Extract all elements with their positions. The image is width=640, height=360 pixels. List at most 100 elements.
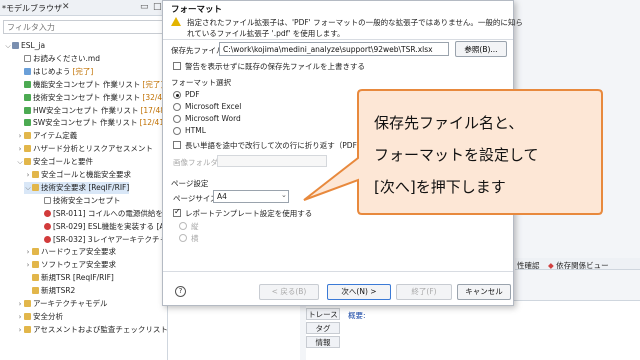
tab-dependency-view[interactable]: ◆ 依存関係ビュー bbox=[548, 260, 609, 271]
expand-toggle-icon[interactable]: ⌵ bbox=[24, 182, 32, 194]
callout-text-line1: 保存先ファイル名と、 bbox=[374, 114, 524, 132]
green-icon bbox=[24, 80, 31, 88]
tree-item[interactable]: ⌵ ESL_ja bbox=[4, 40, 45, 52]
expand-toggle-icon[interactable]: › bbox=[24, 169, 32, 181]
expand-toggle-icon[interactable]: › bbox=[16, 143, 24, 155]
maximize-icon[interactable]: □ bbox=[153, 2, 162, 12]
dialog-title: フォーマット bbox=[171, 5, 223, 15]
minimize-icon[interactable]: ▭ bbox=[140, 2, 149, 12]
editor-bottom-panel bbox=[306, 300, 640, 360]
folder-icon bbox=[32, 171, 39, 178]
cancel-button[interactable]: キャンセル bbox=[457, 284, 511, 300]
target-file-input[interactable] bbox=[219, 42, 449, 56]
tree-item[interactable]: SW安全コンセプト 作業リスト [12/41] bbox=[16, 117, 167, 129]
expand-toggle-icon[interactable]: › bbox=[16, 298, 24, 310]
back-button[interactable]: < 戻る(B) bbox=[259, 284, 319, 300]
filter-input[interactable] bbox=[3, 20, 165, 34]
expand-toggle-icon[interactable]: › bbox=[16, 130, 24, 142]
format-radio-excel[interactable] bbox=[173, 103, 181, 111]
spec-icon bbox=[24, 67, 31, 75]
format-radio-word[interactable] bbox=[173, 115, 181, 123]
folder-icon bbox=[24, 158, 31, 166]
tree-item[interactable]: › 安全ゴールと機能安全要求 bbox=[24, 169, 131, 181]
wrap-words-checkbox[interactable] bbox=[173, 141, 181, 149]
side-tab-info[interactable]: 情報 bbox=[306, 336, 340, 348]
next-button[interactable]: 次へ(N) > bbox=[327, 284, 391, 300]
page-size-select[interactable]: A4 bbox=[213, 190, 289, 203]
tree-item[interactable]: 技術安全コンセプト bbox=[36, 195, 121, 207]
callout-text-line2: フォーマットを設定して bbox=[374, 146, 539, 164]
tree-item[interactable]: › アイテム定義 bbox=[16, 130, 78, 142]
warning-message-line2: れているファイル拡張子 '.pdf' を使用します。 bbox=[187, 29, 345, 38]
tree-item[interactable]: › 安全分析 bbox=[16, 311, 63, 323]
tree-item[interactable]: ⌵ 技術安全要求 [ReqIF/RIF] bbox=[24, 181, 130, 194]
use-template-label: レポートテンプレート設定を使用する bbox=[185, 209, 313, 218]
tree-item-label: アーキテクチャモデル bbox=[33, 299, 108, 308]
browse-button[interactable]: 参照(B)... bbox=[455, 41, 507, 57]
tree-item[interactable]: [SR-011] コイルへの電源供給を切断 bbox=[36, 208, 178, 220]
side-tab-tags[interactable]: タグ bbox=[306, 322, 340, 334]
tree-item[interactable]: › ハードウェア安全要求 bbox=[24, 246, 116, 258]
tree-item-label: [SR-029] ESL機能を実装する [ASIL bbox=[53, 221, 176, 231]
proj-icon bbox=[12, 42, 19, 49]
tree-item[interactable]: ⌵ 安全ゴールと要件 bbox=[16, 156, 93, 168]
use-template-checkbox[interactable] bbox=[173, 207, 181, 217]
folder-icon bbox=[32, 248, 39, 256]
dependency-icon: ◆ bbox=[548, 261, 554, 270]
image-folder-label: 画像フォルダ: bbox=[173, 158, 221, 167]
tree-item[interactable]: [SR-029] ESL機能を実装する [ASIL bbox=[36, 221, 176, 233]
tree-item[interactable]: 技術安全コンセプト 作業リスト [32/41] bbox=[16, 92, 170, 104]
format-label-excel: Microsoft Excel bbox=[185, 102, 242, 111]
expand-toggle-icon[interactable]: ⌵ bbox=[16, 156, 24, 168]
tree-item[interactable]: お読みください.md bbox=[16, 53, 100, 65]
callout-text-line3: [次へ]を押下します bbox=[374, 178, 506, 196]
tree-item-label: 新規TSR2 bbox=[41, 286, 76, 296]
orientation-radio-landscape bbox=[179, 234, 187, 242]
model-browser-title: *モデルブラウザ bbox=[2, 4, 62, 13]
orientation-label-landscape: 横 bbox=[191, 234, 199, 243]
tree-item[interactable]: 新規TSR [ReqIF/RIF] bbox=[24, 272, 114, 284]
tree-item[interactable]: HW安全コンセプト 作業リスト [17/48] bbox=[16, 105, 168, 117]
tab-properties[interactable]: 性確認 bbox=[517, 260, 540, 271]
tree-item-label: ソフトウェア安全要求 bbox=[41, 260, 116, 270]
tree-item[interactable]: はじめよう [完了] bbox=[16, 66, 93, 78]
format-group-label: フォーマット選択 bbox=[171, 78, 231, 87]
tree-item-label: ESL_ja bbox=[21, 41, 46, 50]
tree-item[interactable]: › アセスメントおよび監査チェックリスト bbox=[16, 324, 168, 336]
side-tab-trace[interactable]: トレース bbox=[306, 308, 340, 320]
orientation-radio-portrait bbox=[179, 222, 187, 230]
help-icon[interactable]: ? bbox=[175, 286, 186, 297]
tree-item[interactable]: › ハザード分析とリスクアセスメント bbox=[16, 143, 153, 155]
orientation-label-portrait: 縦 bbox=[191, 222, 199, 231]
format-label-word: Microsoft Word bbox=[185, 114, 241, 123]
format-radio-pdf[interactable] bbox=[173, 91, 181, 99]
close-icon[interactable]: ✕ bbox=[62, 2, 70, 12]
expand-toggle-icon[interactable]: › bbox=[24, 259, 32, 271]
err-icon bbox=[44, 222, 51, 230]
folder-icon bbox=[32, 183, 39, 191]
expand-toggle-icon[interactable]: › bbox=[16, 311, 24, 323]
tree-item[interactable]: › アーキテクチャモデル bbox=[16, 298, 108, 310]
doc-icon bbox=[44, 196, 51, 204]
folder-icon bbox=[24, 300, 31, 307]
expand-toggle-icon[interactable]: ⌵ bbox=[4, 40, 12, 52]
folder-icon bbox=[32, 287, 39, 295]
tree-item[interactable]: › ソフトウェア安全要求 bbox=[24, 259, 116, 271]
target-file-label: 保存先ファイル: bbox=[171, 46, 227, 55]
warning-message-line1: 指定されたファイル拡張子は、'PDF' フォーマットの一般的な拡張子ではありませ… bbox=[187, 18, 523, 27]
expand-toggle-icon[interactable]: › bbox=[16, 324, 24, 336]
tree-item-label: はじめよう bbox=[33, 66, 71, 76]
tree-item[interactable]: 新規TSR2 bbox=[24, 285, 75, 297]
folder-icon bbox=[24, 312, 31, 320]
tree-item[interactable]: 機能安全コンセプト 作業リスト [完了] bbox=[16, 79, 163, 91]
overwrite-checkbox[interactable] bbox=[173, 62, 181, 70]
folder-icon bbox=[24, 325, 31, 333]
format-radio-html[interactable] bbox=[173, 127, 181, 135]
finish-button[interactable]: 終了(F) bbox=[396, 284, 452, 300]
tree-item-label: アイテム定義 bbox=[33, 131, 78, 141]
folder-icon bbox=[32, 261, 39, 269]
tree-item-label: アセスメントおよび監査チェックリスト bbox=[33, 324, 168, 334]
expand-toggle-icon[interactable]: › bbox=[24, 246, 32, 258]
green-icon bbox=[24, 106, 31, 114]
tree-item-label: [SR-011] コイルへの電源供給を切断 bbox=[53, 208, 178, 218]
